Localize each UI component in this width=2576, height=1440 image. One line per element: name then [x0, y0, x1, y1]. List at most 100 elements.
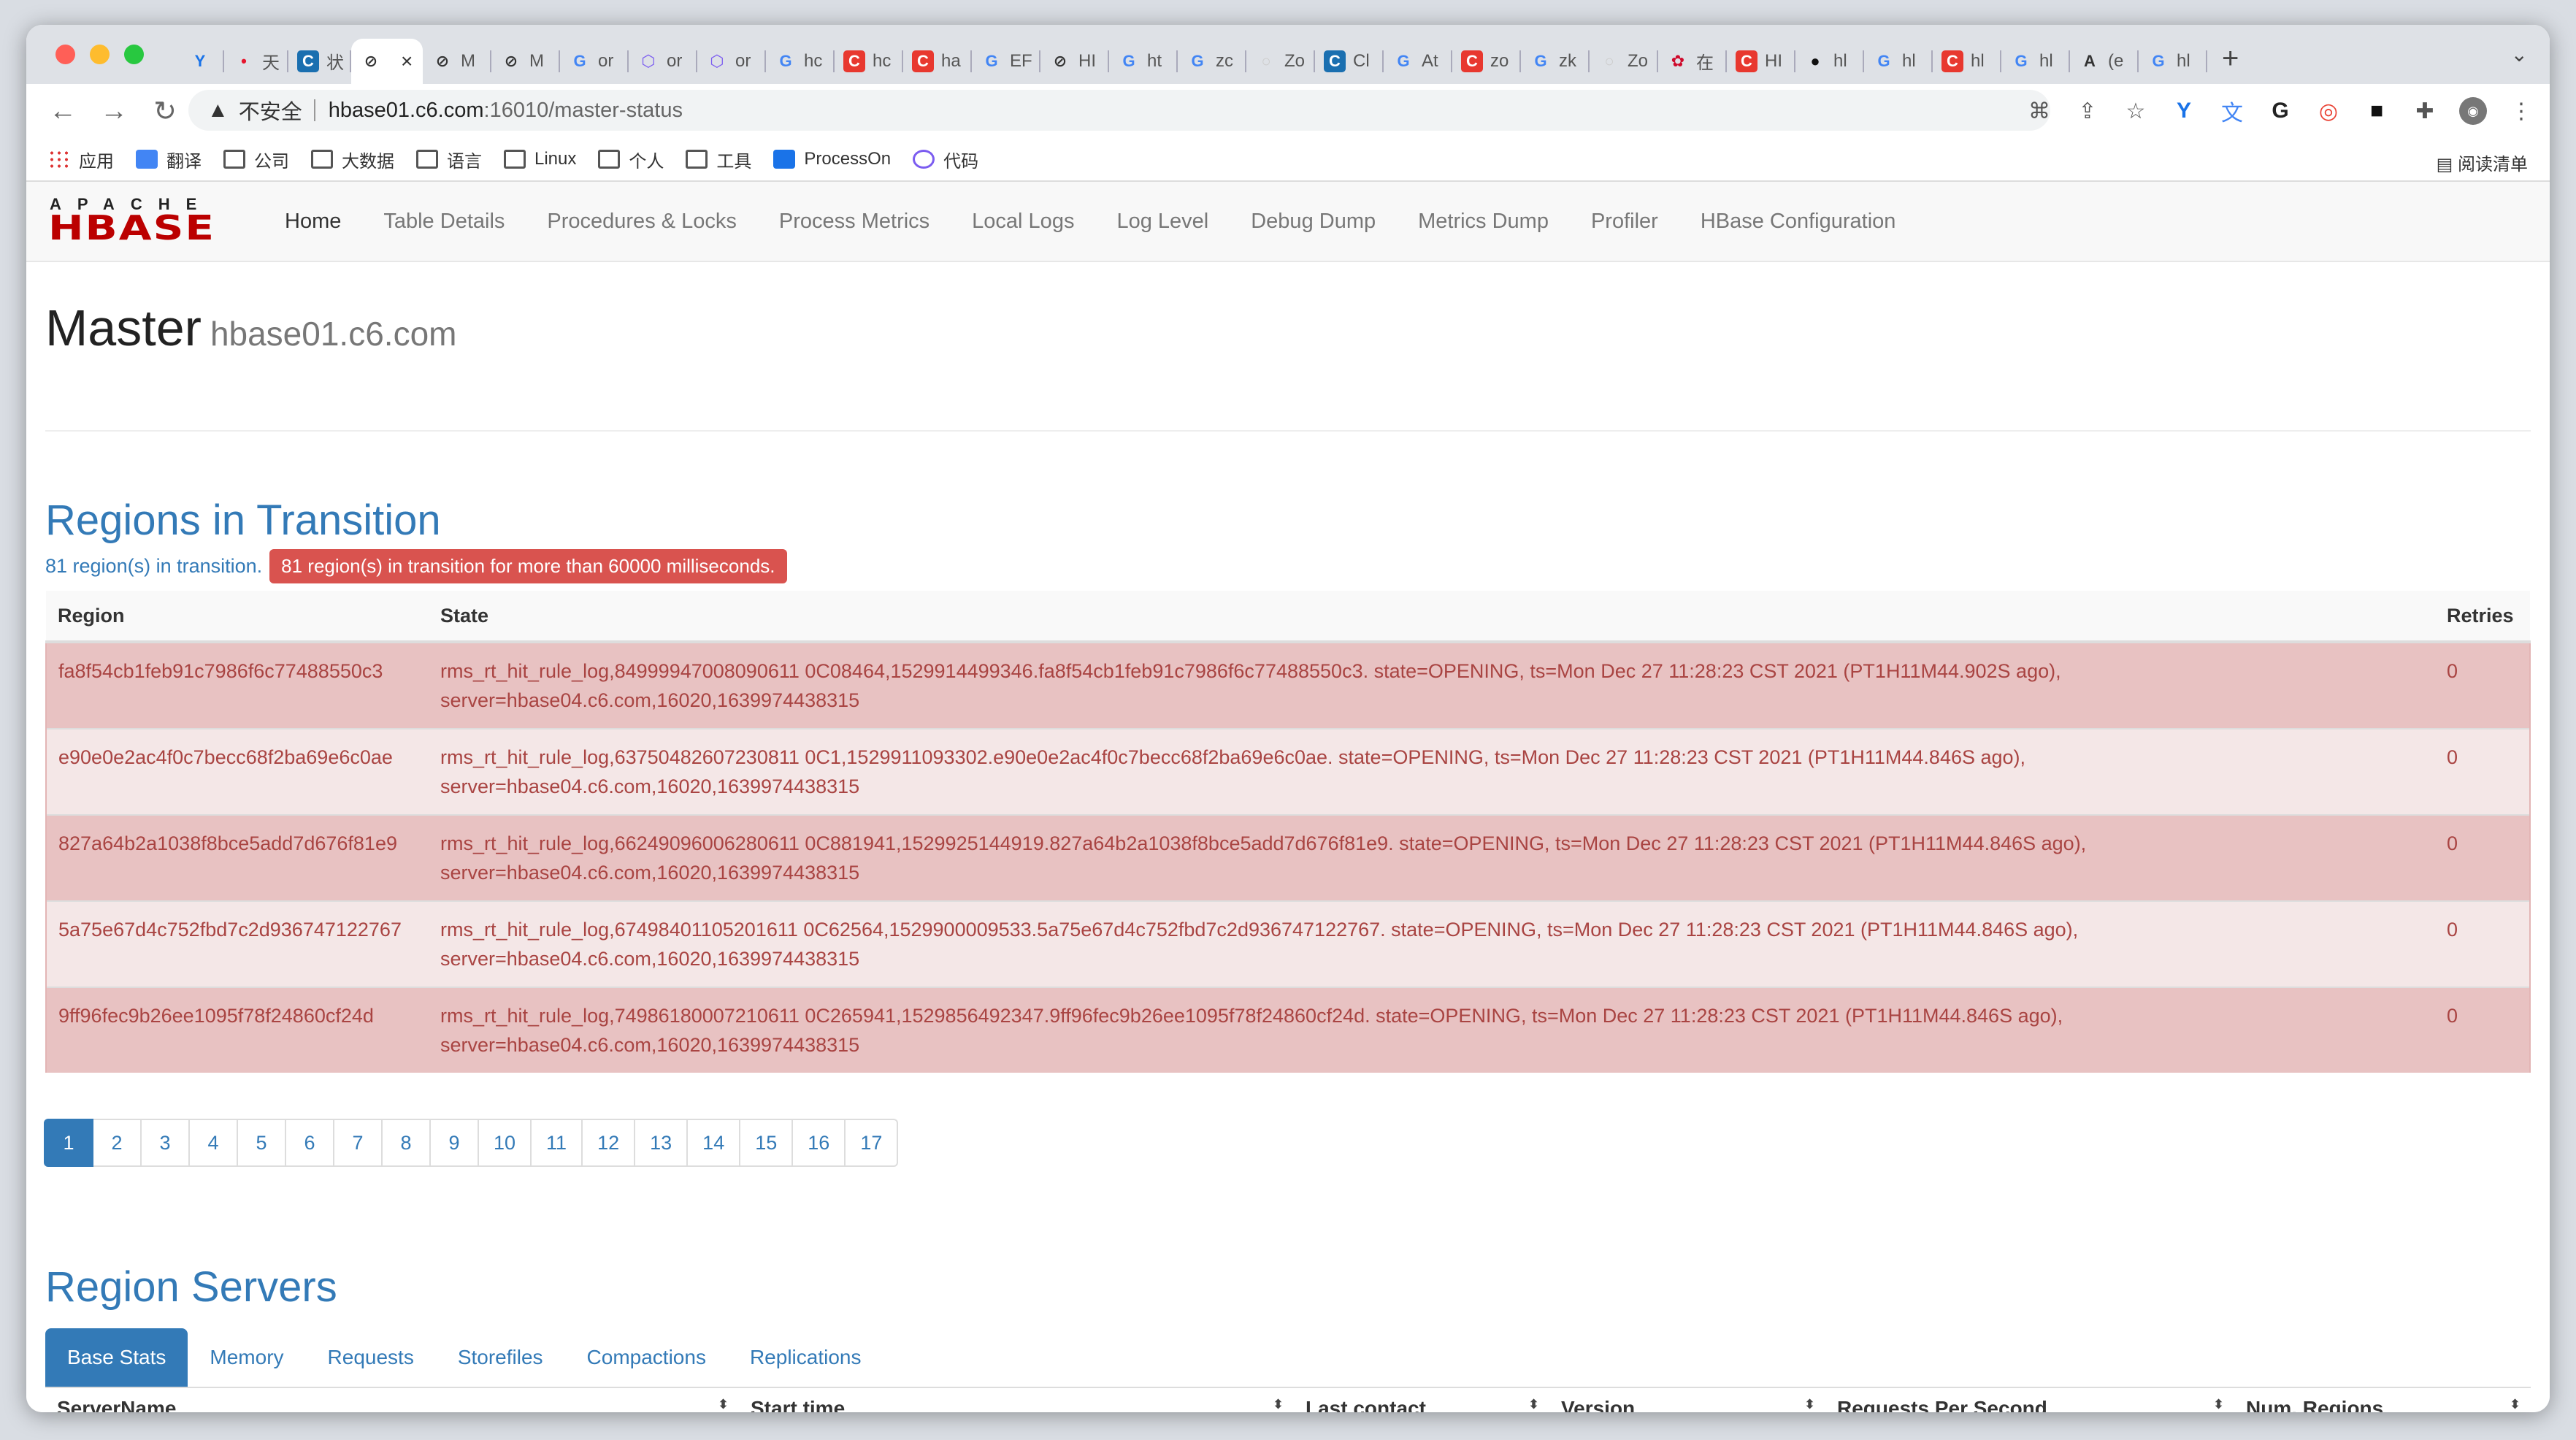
column-header[interactable]: Requests Per Second ⬍: [1825, 1388, 2234, 1412]
puzzle-icon[interactable]: ✚: [2411, 97, 2439, 125]
address-bar[interactable]: ▲ 不安全 hbase01.c6.com :16010/master-statu…: [188, 90, 2050, 131]
sort-icon[interactable]: ⬍: [1528, 1397, 1539, 1412]
bookmark-item[interactable]: 代码: [913, 147, 978, 172]
y-extension-icon[interactable]: Y: [2170, 97, 2198, 125]
browser-tab[interactable]: Ghc: [766, 39, 835, 84]
page-button[interactable]: 8: [381, 1119, 431, 1167]
browser-tab[interactable]: Cha: [903, 39, 972, 84]
share-icon[interactable]: ⇪: [2074, 97, 2101, 125]
nav-link-log-level[interactable]: Log Level: [1116, 210, 1208, 234]
browser-tab[interactable]: Czo: [1452, 39, 1521, 84]
browser-tab[interactable]: Ghl: [2139, 39, 2207, 84]
sort-icon[interactable]: ⬍: [2510, 1397, 2521, 1412]
zoom-window-button[interactable]: [124, 45, 144, 64]
browser-tab[interactable]: Ght: [1109, 39, 1178, 84]
browser-tab[interactable]: ⬡ or: [697, 39, 766, 84]
tab-replications[interactable]: Replications: [728, 1328, 883, 1387]
bookmark-item[interactable]: 大数据: [311, 147, 394, 172]
browser-tab[interactable]: ⊘ M: [423, 39, 491, 84]
page-button[interactable]: 2: [92, 1119, 142, 1167]
grammarly-icon[interactable]: G: [2266, 97, 2294, 125]
browser-tab[interactable]: Ghl: [2001, 39, 2070, 84]
tab-memory[interactable]: Memory: [188, 1328, 305, 1387]
browser-tab[interactable]: ⊘ M: [491, 39, 560, 84]
forward-arrow-icon[interactable]: →: [99, 96, 129, 127]
page-button[interactable]: 17: [844, 1119, 899, 1167]
bookmark-item[interactable]: 工具: [686, 147, 751, 172]
page-button[interactable]: 14: [686, 1119, 741, 1167]
tab-compactions[interactable]: Compactions: [565, 1328, 728, 1387]
translate-page-icon[interactable]: ⌘: [2025, 97, 2053, 125]
browser-tab[interactable]: C状: [288, 39, 351, 84]
browser-tab[interactable]: ○ Zo: [1246, 39, 1315, 84]
browser-tab[interactable]: Chl: [1933, 39, 2001, 84]
column-header[interactable]: Version ⬍: [1549, 1388, 1825, 1412]
hbase-logo[interactable]: APACHE HBASE: [48, 195, 245, 248]
sort-icon[interactable]: ⬍: [1273, 1397, 1284, 1412]
bookmark-item[interactable]: 个人: [598, 147, 664, 172]
tab-search-chevron-icon[interactable]: ⌄: [2511, 42, 2528, 66]
back-arrow-icon[interactable]: ←: [48, 96, 77, 127]
page-button[interactable]: 3: [140, 1119, 190, 1167]
tab-storefiles[interactable]: Storefiles: [436, 1328, 565, 1387]
page-button[interactable]: 7: [333, 1119, 383, 1167]
sort-icon[interactable]: ⬍: [2213, 1397, 2224, 1412]
close-tab-icon[interactable]: ×: [401, 50, 413, 73]
github-extension-icon[interactable]: ■: [2363, 97, 2391, 125]
reload-icon[interactable]: ↻: [150, 95, 180, 128]
page-button[interactable]: 1: [44, 1119, 93, 1167]
page-button[interactable]: 13: [634, 1119, 689, 1167]
tab-requests[interactable]: Requests: [306, 1328, 436, 1387]
profile-avatar-icon[interactable]: ◉: [2459, 97, 2487, 125]
chrome-icon[interactable]: ◎: [2315, 97, 2342, 125]
bookmark-item[interactable]: Linux: [504, 147, 576, 172]
page-button[interactable]: 10: [478, 1119, 532, 1167]
browser-tab[interactable]: C HI: [1727, 39, 1795, 84]
bookmark-item[interactable]: 公司: [223, 147, 289, 172]
browser-tab[interactable]: Chc: [835, 39, 903, 84]
page-button[interactable]: 11: [530, 1119, 583, 1167]
minimize-window-button[interactable]: [90, 45, 110, 64]
nav-link-metrics-dump[interactable]: Metrics Dump: [1418, 210, 1549, 234]
page-button[interactable]: 9: [429, 1119, 479, 1167]
browser-tab[interactable]: ● hl: [1795, 39, 1864, 84]
browser-tab[interactable]: G EF: [972, 39, 1040, 84]
reading-list-button[interactable]: ▤ 阅读清单: [2437, 150, 2528, 175]
browser-tab[interactable]: G At: [1384, 39, 1452, 84]
browser-tab[interactable]: Y: [180, 39, 224, 84]
browser-tab[interactable]: A (e: [2070, 39, 2139, 84]
tab-base-stats[interactable]: Base Stats: [45, 1328, 188, 1387]
new-tab-button[interactable]: +: [2222, 42, 2239, 75]
bookmark-star-icon[interactable]: ☆: [2122, 97, 2150, 125]
nav-link-local-logs[interactable]: Local Logs: [972, 210, 1074, 234]
browser-tab[interactable]: Gor: [560, 39, 629, 84]
page-button[interactable]: 16: [791, 1119, 846, 1167]
browser-tab[interactable]: ⊘ ×: [351, 38, 423, 84]
bookmark-item[interactable]: 语言: [416, 147, 482, 172]
page-button[interactable]: 15: [739, 1119, 794, 1167]
translate-extension-icon[interactable]: 文: [2218, 97, 2246, 126]
browser-tab[interactable]: • 天: [224, 39, 288, 84]
browser-tab[interactable]: ⊘ HI: [1040, 39, 1109, 84]
page-button[interactable]: 5: [237, 1119, 286, 1167]
browser-tab[interactable]: ○ Zo: [1590, 39, 1658, 84]
bookmark-item[interactable]: 翻译: [136, 147, 202, 172]
nav-link-debug-dump[interactable]: Debug Dump: [1251, 210, 1376, 234]
menu-kebab-icon[interactable]: ⋮: [2507, 97, 2535, 125]
browser-tab[interactable]: Gzc: [1178, 39, 1246, 84]
browser-tab[interactable]: ⬡ or: [629, 39, 697, 84]
close-window-button[interactable]: [55, 45, 75, 64]
column-header[interactable]: Num. Regions ⬍: [2234, 1388, 2531, 1412]
nav-link-profiler[interactable]: Profiler: [1591, 210, 1658, 234]
browser-tab[interactable]: ✿ 在: [1658, 39, 1727, 84]
column-header[interactable]: Last contact ⬍: [1294, 1388, 1549, 1412]
column-header[interactable]: ServerName ⬍: [45, 1388, 739, 1412]
bookmark-item[interactable]: 应用: [48, 147, 114, 172]
browser-tab[interactable]: Ghl: [1864, 39, 1933, 84]
nav-link-procedures-locks[interactable]: Procedures & Locks: [547, 210, 737, 234]
sort-icon[interactable]: ⬍: [718, 1397, 729, 1412]
nav-link-process-metrics[interactable]: Process Metrics: [779, 210, 929, 234]
sort-icon[interactable]: ⬍: [1804, 1397, 1815, 1412]
browser-tab[interactable]: C Cl: [1315, 39, 1384, 84]
browser-tab[interactable]: Gzk: [1521, 39, 1590, 84]
